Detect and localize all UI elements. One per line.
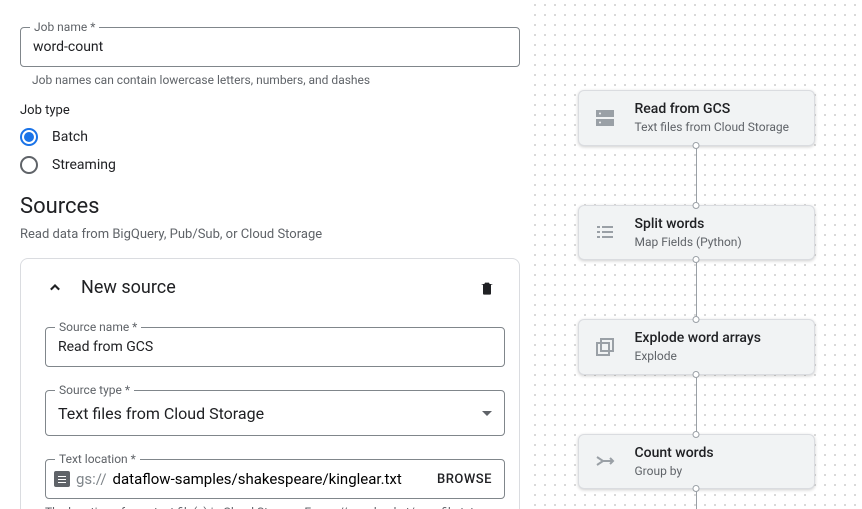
storage-file-icon bbox=[54, 471, 70, 487]
node-title: Split words bbox=[635, 216, 742, 232]
source-type-label: Source type * bbox=[55, 383, 134, 397]
job-name-label: Job name * bbox=[30, 20, 99, 34]
port-icon bbox=[693, 256, 700, 263]
node-title: Count words bbox=[635, 445, 714, 461]
text-location-field: Text location * gs:// BROWSE The locatio… bbox=[45, 444, 495, 509]
node-read-from-gcs[interactable]: Read from GCS Text files from Cloud Stor… bbox=[578, 90, 815, 146]
dropdown-arrow-icon bbox=[482, 411, 492, 416]
node-sub: Text files from Cloud Storage bbox=[635, 120, 790, 134]
node-sub: Group by bbox=[635, 464, 714, 478]
port-icon bbox=[693, 485, 700, 492]
source-card: New source Source name * Source type * T… bbox=[20, 258, 520, 509]
connector bbox=[696, 260, 697, 319]
port-icon bbox=[693, 371, 700, 378]
radio-streaming[interactable]: Streaming bbox=[20, 156, 510, 174]
radio-circle-icon bbox=[20, 156, 38, 174]
radio-batch[interactable]: Batch bbox=[20, 128, 510, 146]
node-sub: Explode bbox=[635, 349, 761, 363]
node-sub: Map Fields (Python) bbox=[635, 235, 742, 249]
text-location-helper: The location of your text file(s) in Clo… bbox=[45, 505, 495, 509]
job-name-field: Job name * Job names can contain lowerca… bbox=[20, 12, 510, 87]
storage-icon bbox=[593, 106, 617, 130]
connector bbox=[696, 489, 697, 509]
source-type-field: Source type * Text files from Cloud Stor… bbox=[45, 375, 495, 436]
job-type-label: Job type bbox=[20, 103, 510, 118]
form-panel: Job name * Job names can contain lowerca… bbox=[0, 0, 530, 509]
browse-button[interactable]: BROWSE bbox=[433, 468, 496, 491]
job-name-helper: Job names can contain lowercase letters,… bbox=[32, 73, 510, 87]
sources-subheading: Read data from BigQuery, Pub/Sub, or Clo… bbox=[20, 227, 510, 242]
chevron-up-icon[interactable] bbox=[45, 278, 65, 298]
text-location-label: Text location * bbox=[55, 452, 140, 466]
node-explode[interactable]: Explode word arrays Explode bbox=[578, 319, 815, 375]
job-type-radio-group: Batch Streaming bbox=[20, 128, 510, 174]
node-split-words[interactable]: Split words Map Fields (Python) bbox=[578, 205, 815, 261]
radio-circle-icon bbox=[20, 128, 38, 146]
port-icon bbox=[693, 142, 700, 149]
pipeline-canvas[interactable]: Read from GCS Text files from Cloud Stor… bbox=[530, 0, 862, 509]
trash-icon[interactable] bbox=[479, 279, 495, 297]
connector bbox=[696, 146, 697, 205]
copy-icon bbox=[593, 335, 617, 359]
source-card-title: New source bbox=[81, 277, 176, 298]
source-name-field: Source name * bbox=[45, 312, 495, 367]
source-card-header: New source bbox=[45, 277, 495, 298]
node-count-words[interactable]: Count words Group by bbox=[578, 434, 815, 490]
port-icon bbox=[693, 431, 700, 438]
radio-batch-label: Batch bbox=[52, 129, 88, 145]
node-title: Explode word arrays bbox=[635, 330, 761, 346]
node-title: Read from GCS bbox=[635, 101, 790, 117]
radio-streaming-label: Streaming bbox=[52, 157, 116, 173]
list-icon bbox=[593, 220, 617, 244]
port-icon bbox=[693, 316, 700, 323]
gs-prefix: gs:// bbox=[76, 470, 107, 488]
text-location-input[interactable] bbox=[113, 470, 427, 488]
source-type-value: Text files from Cloud Storage bbox=[58, 404, 264, 423]
port-icon bbox=[693, 202, 700, 209]
source-name-label: Source name * bbox=[55, 320, 141, 334]
connector bbox=[696, 375, 697, 434]
sources-heading: Sources bbox=[20, 194, 510, 219]
merge-icon bbox=[593, 449, 617, 473]
